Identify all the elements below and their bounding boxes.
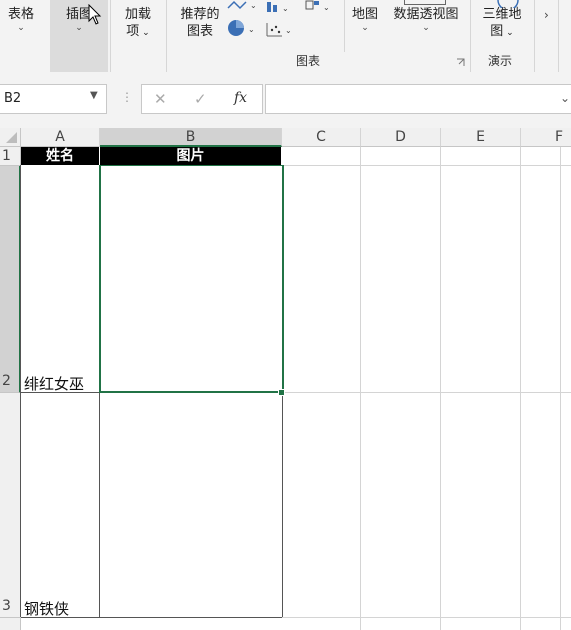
three-d-map-line1: 三维地 bbox=[482, 7, 522, 22]
row-header-3-label: 3 bbox=[2, 598, 11, 614]
enter-icon[interactable]: ✓ bbox=[194, 90, 207, 108]
svg-text:⌄: ⌄ bbox=[282, 4, 289, 13]
formula-input[interactable]: ⌄ bbox=[265, 84, 571, 114]
ribbon-separator bbox=[110, 0, 111, 72]
table-label: 表格 bbox=[7, 7, 34, 22]
tours-group-label: 演示 bbox=[488, 54, 513, 68]
row-header-4[interactable] bbox=[0, 618, 21, 630]
gridline bbox=[360, 147, 361, 630]
cell-a1[interactable]: 姓名 bbox=[21, 147, 99, 165]
gridline bbox=[282, 165, 571, 166]
cell-a3[interactable]: 钢铁侠 bbox=[24, 598, 69, 619]
ribbon-scroll-right-icon[interactable]: › bbox=[544, 8, 549, 22]
column-header-c[interactable]: C bbox=[282, 128, 361, 147]
gridline bbox=[282, 392, 571, 393]
svg-text:⌄: ⌄ bbox=[250, 1, 257, 10]
bar-chart-icon[interactable]: ⌄ bbox=[264, 0, 296, 14]
chevron-down-icon: ⌄ bbox=[422, 23, 430, 33]
gridline bbox=[560, 147, 561, 630]
column-header-d[interactable]: D bbox=[361, 128, 441, 147]
pie-chart-icon[interactable]: ⌄ bbox=[226, 18, 258, 40]
column-header-f-label: F bbox=[554, 129, 563, 145]
charts-group-label: 图表 bbox=[296, 54, 321, 68]
pivot-chart-icon bbox=[404, 0, 446, 5]
name-box[interactable]: B2 ▼ bbox=[0, 84, 107, 114]
cell-a2[interactable]: 绯红女巫 bbox=[24, 373, 84, 394]
illustrations-button[interactable]: 插图 ⌄ bbox=[50, 0, 108, 72]
pivot-chart-label: 数据透视图 bbox=[393, 7, 459, 22]
row-header-2[interactable]: 2 bbox=[0, 166, 21, 393]
recommended-charts-line1: 推荐的 bbox=[180, 7, 220, 22]
ribbon-separator bbox=[344, 0, 345, 52]
chevron-down-icon: ⌄ bbox=[361, 23, 369, 33]
table-button[interactable]: 表格 ⌄ bbox=[4, 6, 38, 33]
mouse-cursor-icon bbox=[88, 4, 102, 25]
ribbon-separator bbox=[166, 0, 167, 72]
worksheet-grid[interactable]: A B C D E F 1 2 3 姓名 图片 绯红女巫 钢铁侠 bbox=[0, 128, 571, 630]
line-chart-icon[interactable]: ⌄ bbox=[226, 0, 258, 10]
formula-controls: ✕ ✓ fx bbox=[141, 84, 263, 114]
ribbon-separator bbox=[470, 0, 471, 72]
ribbon-separator bbox=[534, 0, 535, 72]
column-header-a[interactable]: A bbox=[21, 128, 100, 147]
picture-header-label: 图片 bbox=[176, 148, 205, 164]
dialog-launcher-icon[interactable] bbox=[456, 58, 465, 67]
scatter-chart-icon[interactable]: ⌄ bbox=[264, 20, 296, 40]
column-header-f[interactable]: F bbox=[521, 128, 571, 147]
formula-bar-area: B2 ▼ ⋮ ✕ ✓ fx ⌄ bbox=[0, 72, 571, 128]
three-d-map-line2: 图 bbox=[490, 24, 504, 39]
svg-text:⌄: ⌄ bbox=[248, 25, 255, 34]
name-header-label: 姓名 bbox=[46, 148, 74, 164]
map-button[interactable]: 地图 ⌄ bbox=[348, 6, 382, 33]
cell-b1[interactable]: 图片 bbox=[100, 147, 281, 165]
three-d-map-button[interactable]: 三维地 图 ⌄ bbox=[476, 6, 528, 42]
recommended-charts-line2: 图表 bbox=[186, 24, 213, 39]
ribbon: 表格 ⌄ 插图 ⌄ 加载 项 ⌄ 推荐的 图表 ⌄ ⌄ ⌄ ⌄ ⌄ 地图 ⌄ 数… bbox=[0, 0, 571, 72]
selected-cell-b2[interactable] bbox=[99, 165, 284, 393]
row-header-1-label: 1 bbox=[2, 148, 11, 164]
name-box-dropdown-icon[interactable]: ▼ bbox=[90, 90, 98, 101]
addins-button[interactable]: 加载 项 ⌄ bbox=[118, 6, 158, 42]
svg-text:⌄: ⌄ bbox=[285, 26, 292, 35]
column-header-e[interactable]: E bbox=[441, 128, 521, 147]
column-header-b[interactable]: B bbox=[100, 128, 282, 147]
recommended-charts-button[interactable]: 推荐的 图表 bbox=[176, 6, 224, 40]
row-header-2-label: 2 bbox=[2, 373, 11, 389]
fill-handle[interactable] bbox=[278, 389, 285, 396]
expand-formula-icon[interactable]: ⌄ bbox=[560, 91, 570, 105]
row-header-1[interactable]: 1 bbox=[0, 147, 21, 166]
addins-label-line2: 项 bbox=[126, 24, 140, 39]
name-box-value: B2 bbox=[4, 91, 22, 106]
addins-label-line1: 加载 bbox=[124, 7, 151, 22]
chevron-down-icon: ⌄ bbox=[17, 23, 25, 33]
gridline bbox=[440, 147, 441, 630]
pivot-chart-button[interactable]: 数据透视图 ⌄ bbox=[388, 6, 464, 33]
cancel-icon[interactable]: ✕ bbox=[154, 90, 167, 108]
gridline bbox=[520, 147, 521, 630]
fx-icon[interactable]: fx bbox=[234, 90, 247, 106]
more-options-icon: ⋮ bbox=[121, 90, 133, 104]
svg-text:⌄: ⌄ bbox=[323, 3, 330, 12]
ribbon-separator bbox=[558, 0, 559, 72]
gridline bbox=[282, 617, 571, 618]
hierarchy-chart-icon[interactable]: ⌄ bbox=[304, 0, 336, 14]
map-label: 地图 bbox=[351, 7, 378, 22]
select-all-corner[interactable] bbox=[0, 128, 21, 147]
row-header-3[interactable]: 3 bbox=[0, 393, 21, 618]
